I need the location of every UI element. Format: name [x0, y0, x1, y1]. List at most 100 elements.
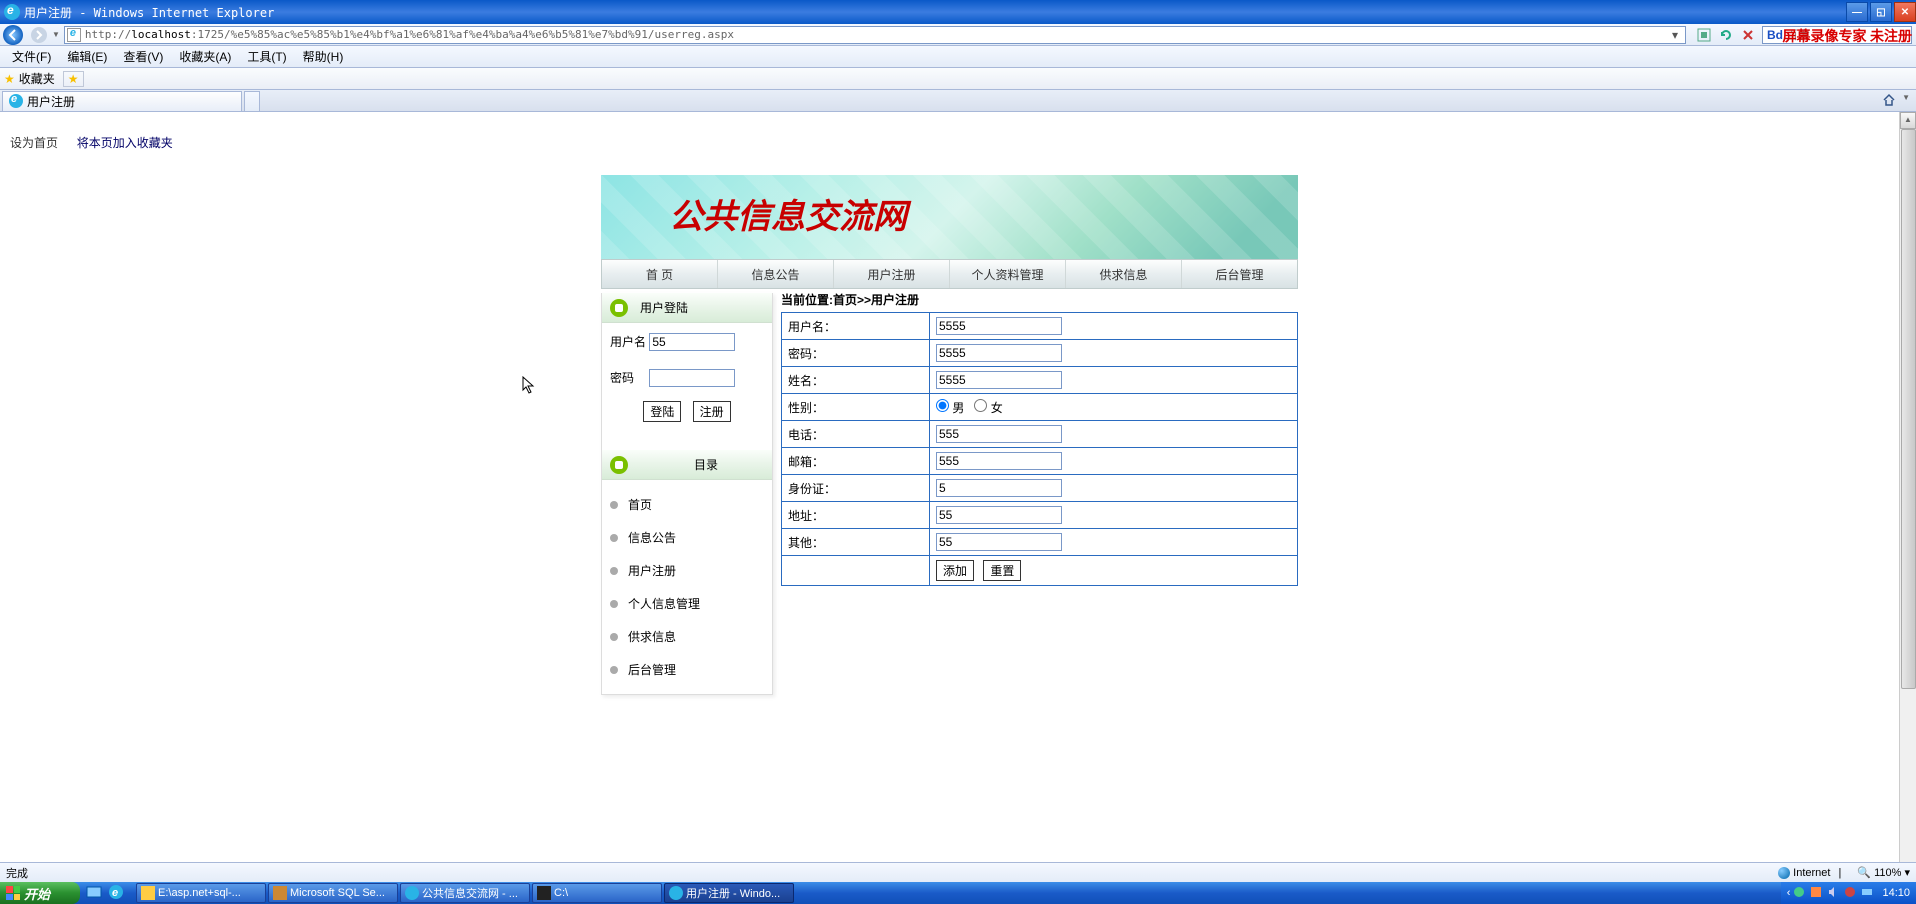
scroll-thumb[interactable]	[1901, 129, 1916, 689]
tray-icon[interactable]	[1793, 886, 1807, 900]
nav-bar: ▼ http://localhost:1725/%e5%85%ac%e5%85%…	[0, 24, 1916, 46]
star-icon[interactable]: ★	[4, 72, 15, 86]
menu-tools[interactable]: 工具(T)	[239, 46, 294, 67]
tray-expand-icon[interactable]: ‹	[1787, 887, 1791, 899]
field-label-other: 其他：	[782, 529, 930, 556]
taskbar: 开始 e E:\asp.net+sql-... Microsoft SQL Se…	[0, 882, 1916, 904]
idcard-input[interactable]	[936, 479, 1062, 497]
catalog-item-profile[interactable]: 个人信息管理	[602, 587, 772, 620]
nav-profile[interactable]: 个人资料管理	[950, 260, 1066, 288]
stop-icon[interactable]	[1738, 26, 1758, 44]
window-title: 用户注册 - Windows Internet Explorer	[24, 4, 274, 21]
site-nav: 首 页 信息公告 用户注册 个人资料管理 供求信息 后台管理	[601, 259, 1298, 289]
security-zone[interactable]: Internet	[1778, 867, 1830, 879]
clock[interactable]: 14:10	[1882, 887, 1910, 899]
nav-register[interactable]: 用户注册	[834, 260, 950, 288]
password-input[interactable]	[936, 344, 1062, 362]
refresh-icon[interactable]	[1716, 26, 1736, 44]
favorites-label[interactable]: 收藏夹	[19, 70, 55, 87]
sidebar-catalog-header: 目录	[602, 450, 772, 480]
add-button[interactable]: 添加	[936, 560, 974, 581]
new-tab-button[interactable]	[244, 91, 260, 111]
minimize-button[interactable]: —	[1846, 2, 1868, 22]
tray-volume-icon[interactable]	[1827, 886, 1841, 900]
email-input[interactable]	[936, 452, 1062, 470]
tray-icon[interactable]	[1861, 886, 1875, 900]
gender-male-option[interactable]: 男	[936, 401, 964, 415]
ql-desktop-icon[interactable]	[86, 884, 104, 902]
add-favorite-icon[interactable]: ★	[63, 71, 84, 87]
field-label-password: 密码：	[782, 340, 930, 367]
url-text: http://localhost:1725/%e5%85%ac%e5%85%b1…	[85, 28, 734, 41]
sidebar-login-header: 用户登陆	[602, 293, 772, 323]
gender-female-radio[interactable]	[974, 399, 987, 412]
username-input[interactable]	[936, 317, 1062, 335]
sidebar: 用户登陆 用户名 密码 登陆 注册	[601, 293, 773, 695]
reset-button[interactable]: 重置	[983, 560, 1021, 581]
set-homepage-link[interactable]: 设为首页	[10, 136, 58, 150]
login-header-icon	[610, 299, 628, 317]
home-icon[interactable]	[1882, 93, 1898, 109]
close-button[interactable]: ✕	[1894, 2, 1916, 22]
menu-bar: 文件(F) 编辑(E) 查看(V) 收藏夹(A) 工具(T) 帮助(H)	[0, 46, 1916, 68]
menu-edit[interactable]: 编辑(E)	[59, 46, 115, 67]
menu-view[interactable]: 查看(V)	[115, 46, 171, 67]
browser-tab[interactable]: 用户注册	[2, 91, 242, 111]
ql-ie-icon[interactable]: e	[108, 884, 126, 902]
address-input[interactable]	[936, 506, 1062, 524]
gender-male-radio[interactable]	[936, 399, 949, 412]
menu-file[interactable]: 文件(F)	[4, 46, 59, 67]
phone-input[interactable]	[936, 425, 1062, 443]
bullet-icon	[610, 666, 618, 674]
menu-help[interactable]: 帮助(H)	[295, 46, 352, 67]
catalog-item-admin[interactable]: 后台管理	[602, 653, 772, 686]
catalog-item-supply[interactable]: 供求信息	[602, 620, 772, 653]
gender-female-option[interactable]: 女	[974, 401, 1002, 415]
address-bar[interactable]: http://localhost:1725/%e5%85%ac%e5%85%b1…	[64, 26, 1686, 44]
catalog-item-register[interactable]: 用户注册	[602, 554, 772, 587]
restore-button[interactable]: ◱	[1870, 2, 1892, 22]
compat-icon[interactable]	[1694, 26, 1714, 44]
login-pass-input[interactable]	[649, 369, 735, 387]
nav-supply[interactable]: 供求信息	[1066, 260, 1182, 288]
nav-admin[interactable]: 后台管理	[1182, 260, 1297, 288]
back-button[interactable]	[0, 24, 26, 46]
register-button[interactable]: 注册	[693, 401, 731, 422]
tab-bar: 用户注册 ▼	[0, 90, 1916, 112]
task-item-active[interactable]: 用户注册 - Windo...	[664, 883, 794, 903]
register-form: 用户名： 密码： 姓名： 性别： 男 女 电话： 邮箱： 身份证： 地址： 其他…	[781, 312, 1298, 586]
catalog-list: 首页 信息公告 用户注册 个人信息管理 供求信息 后台管理	[602, 480, 772, 694]
add-to-favorites-link[interactable]: 将本页加入收藏夹	[77, 136, 173, 150]
quick-launch: e	[80, 882, 132, 904]
tray-icon[interactable]	[1844, 886, 1858, 900]
login-user-input[interactable]	[649, 333, 735, 351]
task-item[interactable]: Microsoft SQL Se...	[268, 883, 398, 903]
zoom-level[interactable]: 🔍 110% ▾	[1857, 866, 1910, 879]
nav-home[interactable]: 首 页	[602, 260, 718, 288]
task-item[interactable]: C:\	[532, 883, 662, 903]
catalog-item-home[interactable]: 首页	[602, 488, 772, 521]
tray-icon[interactable]	[1810, 886, 1824, 900]
tab-favicon	[9, 94, 23, 108]
window-titlebar: 用户注册 - Windows Internet Explorer — ◱ ✕	[0, 0, 1916, 24]
scroll-up-icon[interactable]: ▲	[1900, 112, 1916, 129]
main-panel: 当前位置:首页>>用户注册 用户名： 密码： 姓名： 性别： 男 女 电话： 邮…	[781, 289, 1298, 586]
page-icon	[67, 28, 81, 42]
other-input[interactable]	[936, 533, 1062, 551]
sql-icon	[273, 886, 287, 900]
task-item[interactable]: 公共信息交流网 - ...	[400, 883, 530, 903]
cmd-icon	[537, 886, 551, 900]
task-item[interactable]: E:\asp.net+sql-...	[136, 883, 266, 903]
vertical-scrollbar[interactable]: ▲ ▼	[1899, 112, 1916, 882]
nav-announce[interactable]: 信息公告	[718, 260, 834, 288]
name-input[interactable]	[936, 371, 1062, 389]
login-button[interactable]: 登陆	[643, 401, 681, 422]
status-bar: 完成 Internet | 🔍 110% ▾	[0, 862, 1916, 882]
start-button[interactable]: 开始	[0, 882, 80, 904]
menu-favorites[interactable]: 收藏夹(A)	[171, 46, 239, 67]
ie-icon	[4, 4, 20, 20]
catalog-item-announce[interactable]: 信息公告	[602, 521, 772, 554]
field-label-buttons	[782, 556, 930, 586]
forward-button[interactable]	[26, 24, 52, 46]
address-dropdown-icon[interactable]: ▾	[1667, 28, 1683, 42]
